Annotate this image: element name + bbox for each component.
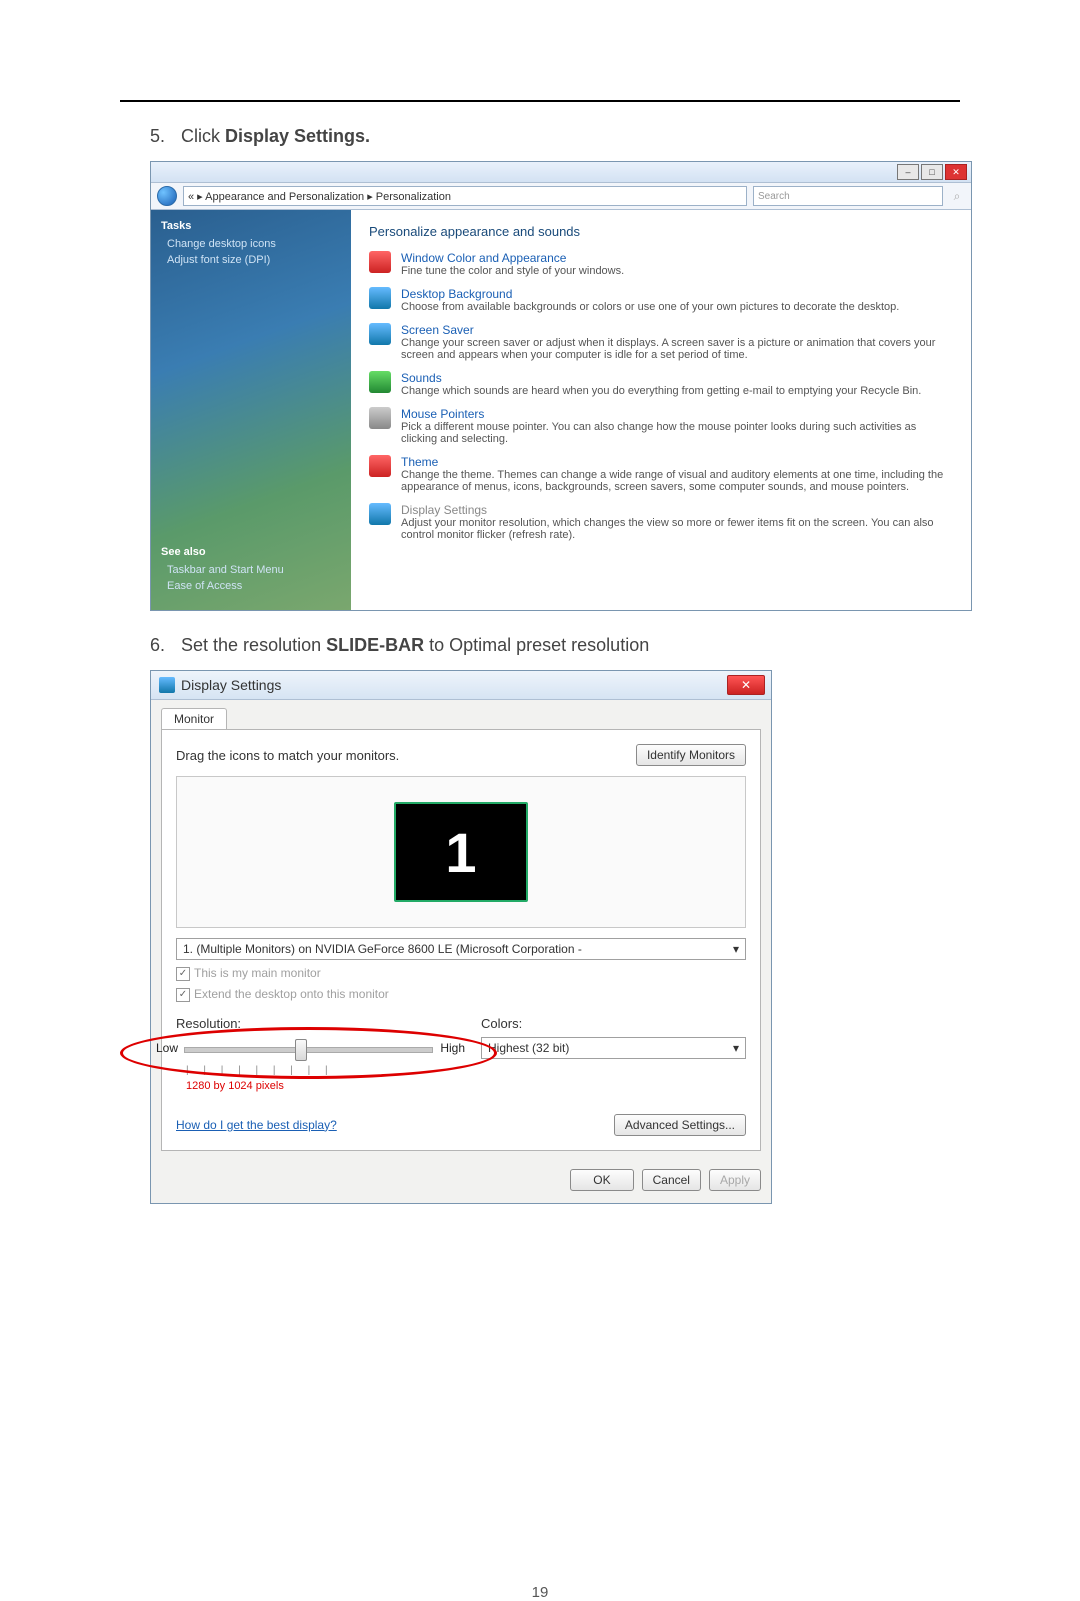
resolution-label: Resolution:	[176, 1016, 441, 1031]
vista-main-title: Personalize appearance and sounds	[369, 224, 953, 239]
link-mouse[interactable]: Mouse Pointers	[401, 407, 953, 421]
monitor-dropdown-value: 1. (Multiple Monitors) on NVIDIA GeForce…	[183, 942, 582, 956]
back-nav-icon[interactable]	[157, 186, 177, 206]
identify-monitors-button[interactable]: Identify Monitors	[636, 744, 746, 766]
minimize-button[interactable]: –	[897, 164, 919, 180]
window-color-icon	[369, 251, 391, 273]
ds-title-icon	[159, 677, 175, 693]
chevron-down-icon: ▾	[733, 942, 739, 956]
page-number: 19	[120, 1584, 960, 1601]
vista-titlebar: – □ ✕	[151, 162, 971, 183]
desc-screensaver: Change your screen saver or adjust when …	[401, 337, 953, 361]
sidebar-link-ease[interactable]: Ease of Access	[167, 580, 341, 592]
ok-button[interactable]: OK	[570, 1169, 633, 1191]
close-button[interactable]: ✕	[945, 164, 967, 180]
link-screensaver[interactable]: Screen Saver	[401, 323, 953, 337]
step-6-text-a: Set the resolution	[181, 635, 326, 655]
ds-close-button[interactable]: ✕	[727, 675, 765, 695]
link-theme[interactable]: Theme	[401, 455, 953, 469]
desc-sounds: Change which sounds are heard when you d…	[401, 385, 921, 397]
tab-monitor[interactable]: Monitor	[161, 708, 227, 729]
ds-titlebar: Display Settings ✕	[151, 671, 771, 700]
display-settings-dialog: Display Settings ✕ Monitor Drag the icon…	[150, 670, 772, 1204]
link-window-color[interactable]: Window Color and Appearance	[401, 251, 624, 265]
breadcrumb[interactable]: « ▸ Appearance and Personalization ▸ Per…	[183, 186, 747, 206]
advanced-settings-button[interactable]: Advanced Settings...	[614, 1114, 746, 1136]
resolution-value-label: 1280 by 1024 pixels	[186, 1080, 441, 1092]
chevron-down-icon: ▾	[733, 1041, 739, 1055]
maximize-button[interactable]: □	[921, 164, 943, 180]
ds-title: Display Settings	[181, 677, 281, 693]
step-6-text-b: to Optimal preset resolution	[424, 635, 649, 655]
step-6-bold: SLIDE-BAR	[326, 635, 424, 655]
desc-window-color: Fine tune the color and style of your wi…	[401, 265, 624, 277]
link-display-settings[interactable]: Display Settings	[401, 503, 953, 517]
step-6: 6. Set the resolution SLIDE-BAR to Optim…	[150, 635, 960, 656]
vista-sidebar: Tasks Change desktop icons Adjust font s…	[151, 210, 351, 610]
link-sounds[interactable]: Sounds	[401, 371, 921, 385]
display-settings-icon	[369, 503, 391, 525]
desktop-bg-icon	[369, 287, 391, 309]
cancel-button[interactable]: Cancel	[642, 1169, 701, 1191]
sidebar-link-desktop-icons[interactable]: Change desktop icons	[167, 238, 341, 250]
theme-icon	[369, 455, 391, 477]
step-5-bold: Display Settings.	[225, 126, 370, 146]
slider-thumb[interactable]	[295, 1039, 307, 1061]
step-5-text: Click	[181, 126, 225, 146]
sidebar-tasks-header: Tasks	[161, 220, 341, 232]
checkbox-extend-desktop: ✓Extend the desktop onto this monitor	[176, 987, 746, 1002]
search-input[interactable]: Search	[753, 186, 943, 206]
resolution-slider[interactable]: Low High	[176, 1037, 441, 1063]
screensaver-icon	[369, 323, 391, 345]
sidebar-link-taskbar[interactable]: Taskbar and Start Menu	[167, 564, 341, 576]
sidebar-link-font-dpi[interactable]: Adjust font size (DPI)	[167, 254, 341, 266]
step-5: 5. Click Display Settings.	[150, 126, 960, 147]
ds-drag-label: Drag the icons to match your monitors.	[176, 748, 399, 763]
desc-display-settings: Adjust your monitor resolution, which ch…	[401, 517, 953, 541]
help-link[interactable]: How do I get the best display?	[176, 1118, 337, 1132]
desc-desktop-bg: Choose from available backgrounds or col…	[401, 301, 899, 313]
apply-button[interactable]: Apply	[709, 1169, 761, 1191]
search-icon[interactable]: ⌕	[949, 189, 965, 204]
sounds-icon	[369, 371, 391, 393]
step-6-num: 6.	[150, 635, 176, 656]
colors-value: Highest (32 bit)	[488, 1041, 569, 1055]
link-desktop-bg[interactable]: Desktop Background	[401, 287, 899, 301]
sidebar-seealso-header: See also	[161, 546, 341, 558]
step-5-num: 5.	[150, 126, 176, 147]
desc-theme: Change the theme. Themes can change a wi…	[401, 469, 953, 493]
colors-dropdown[interactable]: Highest (32 bit) ▾	[481, 1037, 746, 1059]
slider-low-label: Low	[156, 1041, 178, 1055]
colors-label: Colors:	[481, 1016, 746, 1031]
monitor-1-icon[interactable]: 1	[394, 802, 528, 902]
desc-mouse: Pick a different mouse pointer. You can …	[401, 421, 953, 445]
mouse-icon	[369, 407, 391, 429]
slider-high-label: High	[440, 1041, 465, 1055]
monitor-dropdown[interactable]: 1. (Multiple Monitors) on NVIDIA GeForce…	[176, 938, 746, 960]
monitor-arrangement-area[interactable]: 1	[176, 776, 746, 928]
vista-personalization-window: – □ ✕ « ▸ Appearance and Personalization…	[150, 161, 972, 611]
vista-address-bar: « ▸ Appearance and Personalization ▸ Per…	[151, 183, 971, 210]
vista-main-content: Personalize appearance and sounds Window…	[351, 210, 971, 610]
checkbox-main-monitor: ✓This is my main monitor	[176, 966, 746, 981]
slider-ticks: | | | | | | | | |	[186, 1065, 441, 1076]
